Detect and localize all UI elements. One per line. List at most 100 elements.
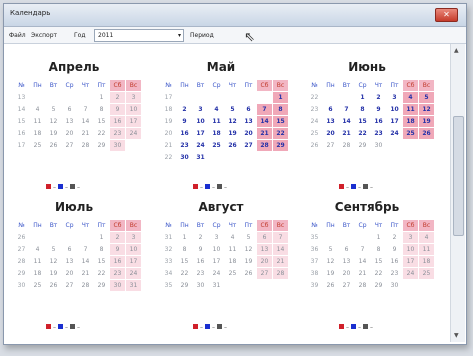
day-cell[interactable]: 22 xyxy=(355,128,370,139)
day-cell[interactable] xyxy=(419,280,434,291)
day-cell[interactable]: 21 xyxy=(257,128,272,139)
day-cell[interactable]: 25 xyxy=(30,140,45,151)
day-cell[interactable]: 15 xyxy=(94,116,109,127)
day-cell[interactable]: 19 xyxy=(225,128,240,139)
day-cell[interactable]: 22 xyxy=(94,268,109,279)
day-cell[interactable]: 14 xyxy=(257,116,272,127)
menu-file[interactable]: Файл xyxy=(9,32,26,39)
day-cell[interactable] xyxy=(126,140,141,151)
day-cell[interactable]: 11 xyxy=(30,116,45,127)
day-cell[interactable]: 24 xyxy=(209,268,224,279)
day-cell[interactable]: 30 xyxy=(193,280,208,291)
day-cell[interactable] xyxy=(30,232,45,243)
day-cell[interactable]: 18 xyxy=(30,268,45,279)
day-cell[interactable]: 30 xyxy=(110,280,125,291)
day-cell[interactable]: 25 xyxy=(225,268,240,279)
day-cell[interactable]: 29 xyxy=(177,280,192,291)
day-cell[interactable] xyxy=(46,232,61,243)
day-cell[interactable]: 24 xyxy=(126,268,141,279)
day-cell[interactable]: 27 xyxy=(62,280,77,291)
day-cell[interactable]: 14 xyxy=(78,256,93,267)
day-cell[interactable]: 27 xyxy=(62,140,77,151)
day-cell[interactable]: 23 xyxy=(193,268,208,279)
day-cell[interactable]: 13 xyxy=(339,256,354,267)
day-cell[interactable] xyxy=(177,92,192,103)
day-cell[interactable]: 9 xyxy=(387,244,402,255)
day-cell[interactable]: 12 xyxy=(419,104,434,115)
day-cell[interactable]: 17 xyxy=(193,128,208,139)
day-cell[interactable]: 29 xyxy=(355,140,370,151)
day-cell[interactable]: 18 xyxy=(30,128,45,139)
day-cell[interactable]: 5 xyxy=(46,244,61,255)
scroll-up-icon[interactable]: ▲ xyxy=(454,47,459,54)
day-cell[interactable]: 24 xyxy=(193,140,208,151)
day-cell[interactable]: 23 xyxy=(387,268,402,279)
day-cell[interactable]: 15 xyxy=(273,116,288,127)
menu-period[interactable]: Период xyxy=(190,32,214,39)
day-cell[interactable]: 2 xyxy=(387,232,402,243)
day-cell[interactable]: 4 xyxy=(225,232,240,243)
day-cell[interactable]: 19 xyxy=(419,116,434,127)
day-cell[interactable]: 1 xyxy=(94,92,109,103)
day-cell[interactable]: 3 xyxy=(387,92,402,103)
day-cell[interactable] xyxy=(225,92,240,103)
day-cell[interactable]: 16 xyxy=(387,256,402,267)
day-cell[interactable] xyxy=(355,232,370,243)
day-cell[interactable]: 11 xyxy=(419,244,434,255)
day-cell[interactable]: 31 xyxy=(126,280,141,291)
day-cell[interactable] xyxy=(339,92,354,103)
day-cell[interactable]: 8 xyxy=(177,244,192,255)
day-cell[interactable]: 26 xyxy=(323,280,338,291)
day-cell[interactable]: 6 xyxy=(62,244,77,255)
day-cell[interactable]: 27 xyxy=(241,140,256,151)
day-cell[interactable]: 20 xyxy=(62,128,77,139)
day-cell[interactable]: 1 xyxy=(94,232,109,243)
day-cell[interactable]: 4 xyxy=(419,232,434,243)
day-cell[interactable]: 20 xyxy=(62,268,77,279)
day-cell[interactable]: 23 xyxy=(110,128,125,139)
day-cell[interactable]: 12 xyxy=(46,116,61,127)
day-cell[interactable] xyxy=(387,140,402,151)
day-cell[interactable]: 18 xyxy=(225,256,240,267)
day-cell[interactable] xyxy=(257,152,272,163)
day-cell[interactable] xyxy=(323,92,338,103)
day-cell[interactable]: 27 xyxy=(323,140,338,151)
day-cell[interactable]: 28 xyxy=(78,280,93,291)
day-cell[interactable]: 20 xyxy=(339,268,354,279)
day-cell[interactable]: 16 xyxy=(193,256,208,267)
day-cell[interactable]: 23 xyxy=(110,268,125,279)
day-cell[interactable]: 8 xyxy=(273,104,288,115)
day-cell[interactable]: 28 xyxy=(78,140,93,151)
day-cell[interactable]: 29 xyxy=(94,140,109,151)
day-cell[interactable]: 14 xyxy=(339,116,354,127)
day-cell[interactable] xyxy=(209,92,224,103)
day-cell[interactable]: 9 xyxy=(193,244,208,255)
day-cell[interactable]: 29 xyxy=(273,140,288,151)
day-cell[interactable]: 6 xyxy=(323,104,338,115)
day-cell[interactable]: 11 xyxy=(403,104,418,115)
day-cell[interactable]: 10 xyxy=(403,244,418,255)
day-cell[interactable]: 29 xyxy=(94,280,109,291)
day-cell[interactable] xyxy=(62,232,77,243)
day-cell[interactable]: 13 xyxy=(241,116,256,127)
day-cell[interactable]: 7 xyxy=(339,104,354,115)
day-cell[interactable]: 8 xyxy=(355,104,370,115)
day-cell[interactable]: 18 xyxy=(419,256,434,267)
day-cell[interactable]: 3 xyxy=(126,92,141,103)
day-cell[interactable]: 3 xyxy=(403,232,418,243)
day-cell[interactable]: 6 xyxy=(241,104,256,115)
day-cell[interactable]: 7 xyxy=(273,232,288,243)
day-cell[interactable]: 21 xyxy=(339,128,354,139)
title-bar[interactable]: Календарь ✕ xyxy=(4,4,466,27)
day-cell[interactable]: 5 xyxy=(46,104,61,115)
day-cell[interactable] xyxy=(403,280,418,291)
day-cell[interactable]: 28 xyxy=(257,140,272,151)
day-cell[interactable]: 21 xyxy=(78,128,93,139)
chevron-down-icon[interactable]: ▾ xyxy=(178,30,181,41)
day-cell[interactable]: 17 xyxy=(126,256,141,267)
day-cell[interactable]: 5 xyxy=(419,92,434,103)
day-cell[interactable]: 26 xyxy=(46,140,61,151)
day-cell[interactable] xyxy=(225,152,240,163)
day-cell[interactable]: 17 xyxy=(403,256,418,267)
day-cell[interactable]: 29 xyxy=(371,280,386,291)
